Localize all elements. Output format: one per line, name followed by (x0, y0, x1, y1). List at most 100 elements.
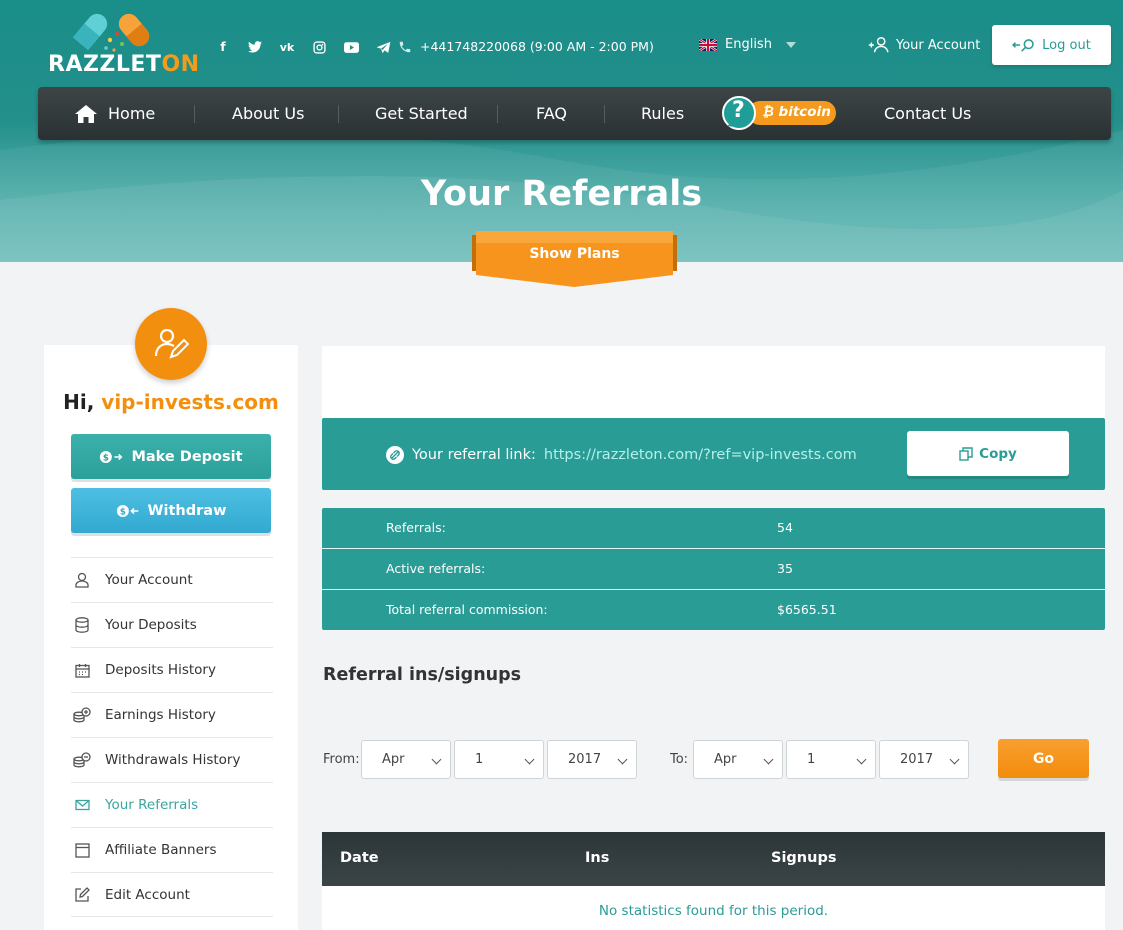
question-mark-icon: ? (732, 98, 745, 123)
brand-name-part2: ON (161, 52, 200, 77)
stat-row: Total referral commission: $6565.51 (322, 590, 1105, 630)
coins-minus-icon (73, 751, 91, 769)
withdraw-button[interactable]: $ Withdraw (71, 488, 271, 533)
sidebar-item-label: Withdrawals History (105, 752, 241, 768)
logout-label: Log out (1042, 37, 1091, 53)
to-label: To: (670, 752, 689, 767)
referral-link-row: Your referral link: https://razzleton.co… (386, 446, 857, 464)
main-navigation: Home About Us Get Started FAQ Rules ? ₿ … (38, 87, 1111, 140)
sidebar-item-label: Earnings History (105, 707, 216, 723)
phone-number: +441748220068 (9:00 AM - 2:00 PM) (420, 39, 654, 54)
bitcoin-label: bitcoin (778, 104, 831, 120)
from-day-select[interactable]: 1 (454, 740, 544, 779)
to-month-select[interactable]: Apr (693, 740, 783, 779)
to-month-value: Apr (714, 752, 737, 767)
sidebar-menu: Your Account Your Deposits Deposits Hist… (71, 557, 273, 917)
sidebar-item-affiliate-banners[interactable]: Affiliate Banners (71, 827, 273, 872)
stat-label: Total referral commission: (386, 602, 548, 617)
user-greeting: Hi, vip-invests.com (44, 390, 298, 414)
sidebar-item-your-deposits[interactable]: Your Deposits (71, 602, 273, 647)
nav-home-label: Home (108, 104, 156, 123)
referral-link-bar: Your referral link: https://razzleton.co… (322, 418, 1105, 490)
from-month-select[interactable]: Apr (361, 740, 451, 779)
to-day-value: 1 (807, 752, 816, 767)
greeting-label: Hi, (63, 390, 95, 414)
copy-icon (959, 446, 973, 461)
your-account-link[interactable]: Your Account (868, 37, 980, 53)
show-plans-button[interactable]: Show Plans (472, 231, 677, 287)
phone-icon (399, 41, 411, 52)
account-label: Your Account (896, 37, 981, 53)
table-header: Date Ins Signups (322, 832, 1105, 886)
brand-name-part1: RAZZLET (48, 52, 162, 77)
facebook-icon[interactable]: f (214, 38, 232, 56)
stat-label: Referrals: (386, 520, 446, 535)
top-card (322, 346, 1105, 418)
make-deposit-label: Make Deposit (131, 448, 243, 465)
column-signups: Signups (771, 850, 837, 866)
sidebar-item-label: Affiliate Banners (105, 842, 217, 858)
language-selector[interactable]: English (699, 37, 796, 52)
nav-divider (194, 105, 195, 123)
sidebar-item-withdrawals-history[interactable]: Withdrawals History (71, 737, 273, 782)
nav-contact[interactable]: Contact Us (884, 87, 971, 140)
referral-link-url[interactable]: https://razzleton.com/?ref=vip-invests.c… (544, 447, 857, 463)
nav-divider (497, 105, 498, 123)
home-icon (75, 104, 97, 123)
to-year-select[interactable]: 2017 (879, 740, 969, 779)
phone-contact[interactable]: +441748220068 (9:00 AM - 2:00 PM) (398, 39, 654, 54)
coins-plus-icon (73, 706, 91, 724)
sidebar-item-your-account[interactable]: Your Account (71, 557, 273, 602)
stat-row: Referrals: 54 (322, 508, 1105, 549)
language-label: English (725, 37, 772, 52)
logout-button[interactable]: Log out (992, 25, 1111, 65)
copy-label: Copy (979, 445, 1017, 462)
youtube-icon[interactable] (342, 38, 360, 56)
social-links: f vk (214, 38, 392, 56)
nav-faq[interactable]: FAQ (536, 87, 567, 140)
nav-bitcoin-badge[interactable]: ? ₿ bitcoin (722, 96, 837, 130)
from-year-select[interactable]: 2017 (547, 740, 637, 779)
stat-label: Active referrals: (386, 561, 486, 576)
calendar-icon (73, 661, 91, 679)
to-year-value: 2017 (900, 752, 934, 767)
svg-text:$: $ (119, 507, 125, 517)
database-icon (73, 616, 91, 634)
nav-divider (604, 105, 605, 123)
from-month-value: Apr (382, 752, 405, 767)
twitter-icon[interactable] (246, 38, 264, 56)
chevron-down-icon (524, 754, 535, 765)
section-title: Referral ins/signups (323, 665, 522, 685)
stat-row: Active referrals: 35 (322, 549, 1105, 590)
sidebar-item-your-referrals[interactable]: Your Referrals (71, 782, 273, 827)
sidebar-item-label: Your Account (105, 572, 193, 588)
sidebar-item-edit-account[interactable]: Edit Account (71, 872, 273, 917)
empty-state-message: No statistics found for this period. (598, 903, 829, 919)
brand-name[interactable]: RAZZLETON (48, 52, 200, 77)
referral-link-label: Your referral link: (412, 447, 536, 463)
sidebar-item-earnings-history[interactable]: Earnings History (71, 692, 273, 737)
nav-home[interactable]: Home (74, 87, 155, 140)
bitcoin-label-group: ₿ bitcoin (762, 104, 831, 120)
vk-icon[interactable]: vk (278, 38, 296, 56)
withdraw-coin-icon: $ (116, 504, 138, 517)
go-button[interactable]: Go (998, 739, 1089, 778)
column-ins: Ins (585, 850, 610, 866)
show-plans-label: Show Plans (529, 246, 620, 262)
sidebar-item-deposits-history[interactable]: Deposits History (71, 647, 273, 692)
stat-value: 54 (777, 520, 793, 535)
sidebar-item-label: Deposits History (105, 662, 216, 678)
nav-rules[interactable]: Rules (641, 87, 684, 140)
withdraw-label: Withdraw (147, 502, 227, 519)
add-user-icon (868, 37, 889, 53)
telegram-icon[interactable] (374, 38, 392, 56)
uk-flag-icon (699, 38, 717, 51)
chevron-down-icon (785, 41, 796, 48)
make-deposit-button[interactable]: $ Make Deposit (71, 434, 271, 479)
copy-button[interactable]: Copy (907, 431, 1069, 476)
nav-get-started[interactable]: Get Started (375, 87, 468, 140)
to-day-select[interactable]: 1 (786, 740, 876, 779)
referral-stats-table: Referrals: 54 Active referrals: 35 Total… (322, 508, 1105, 630)
nav-about[interactable]: About Us (232, 87, 304, 140)
instagram-icon[interactable] (310, 38, 328, 56)
